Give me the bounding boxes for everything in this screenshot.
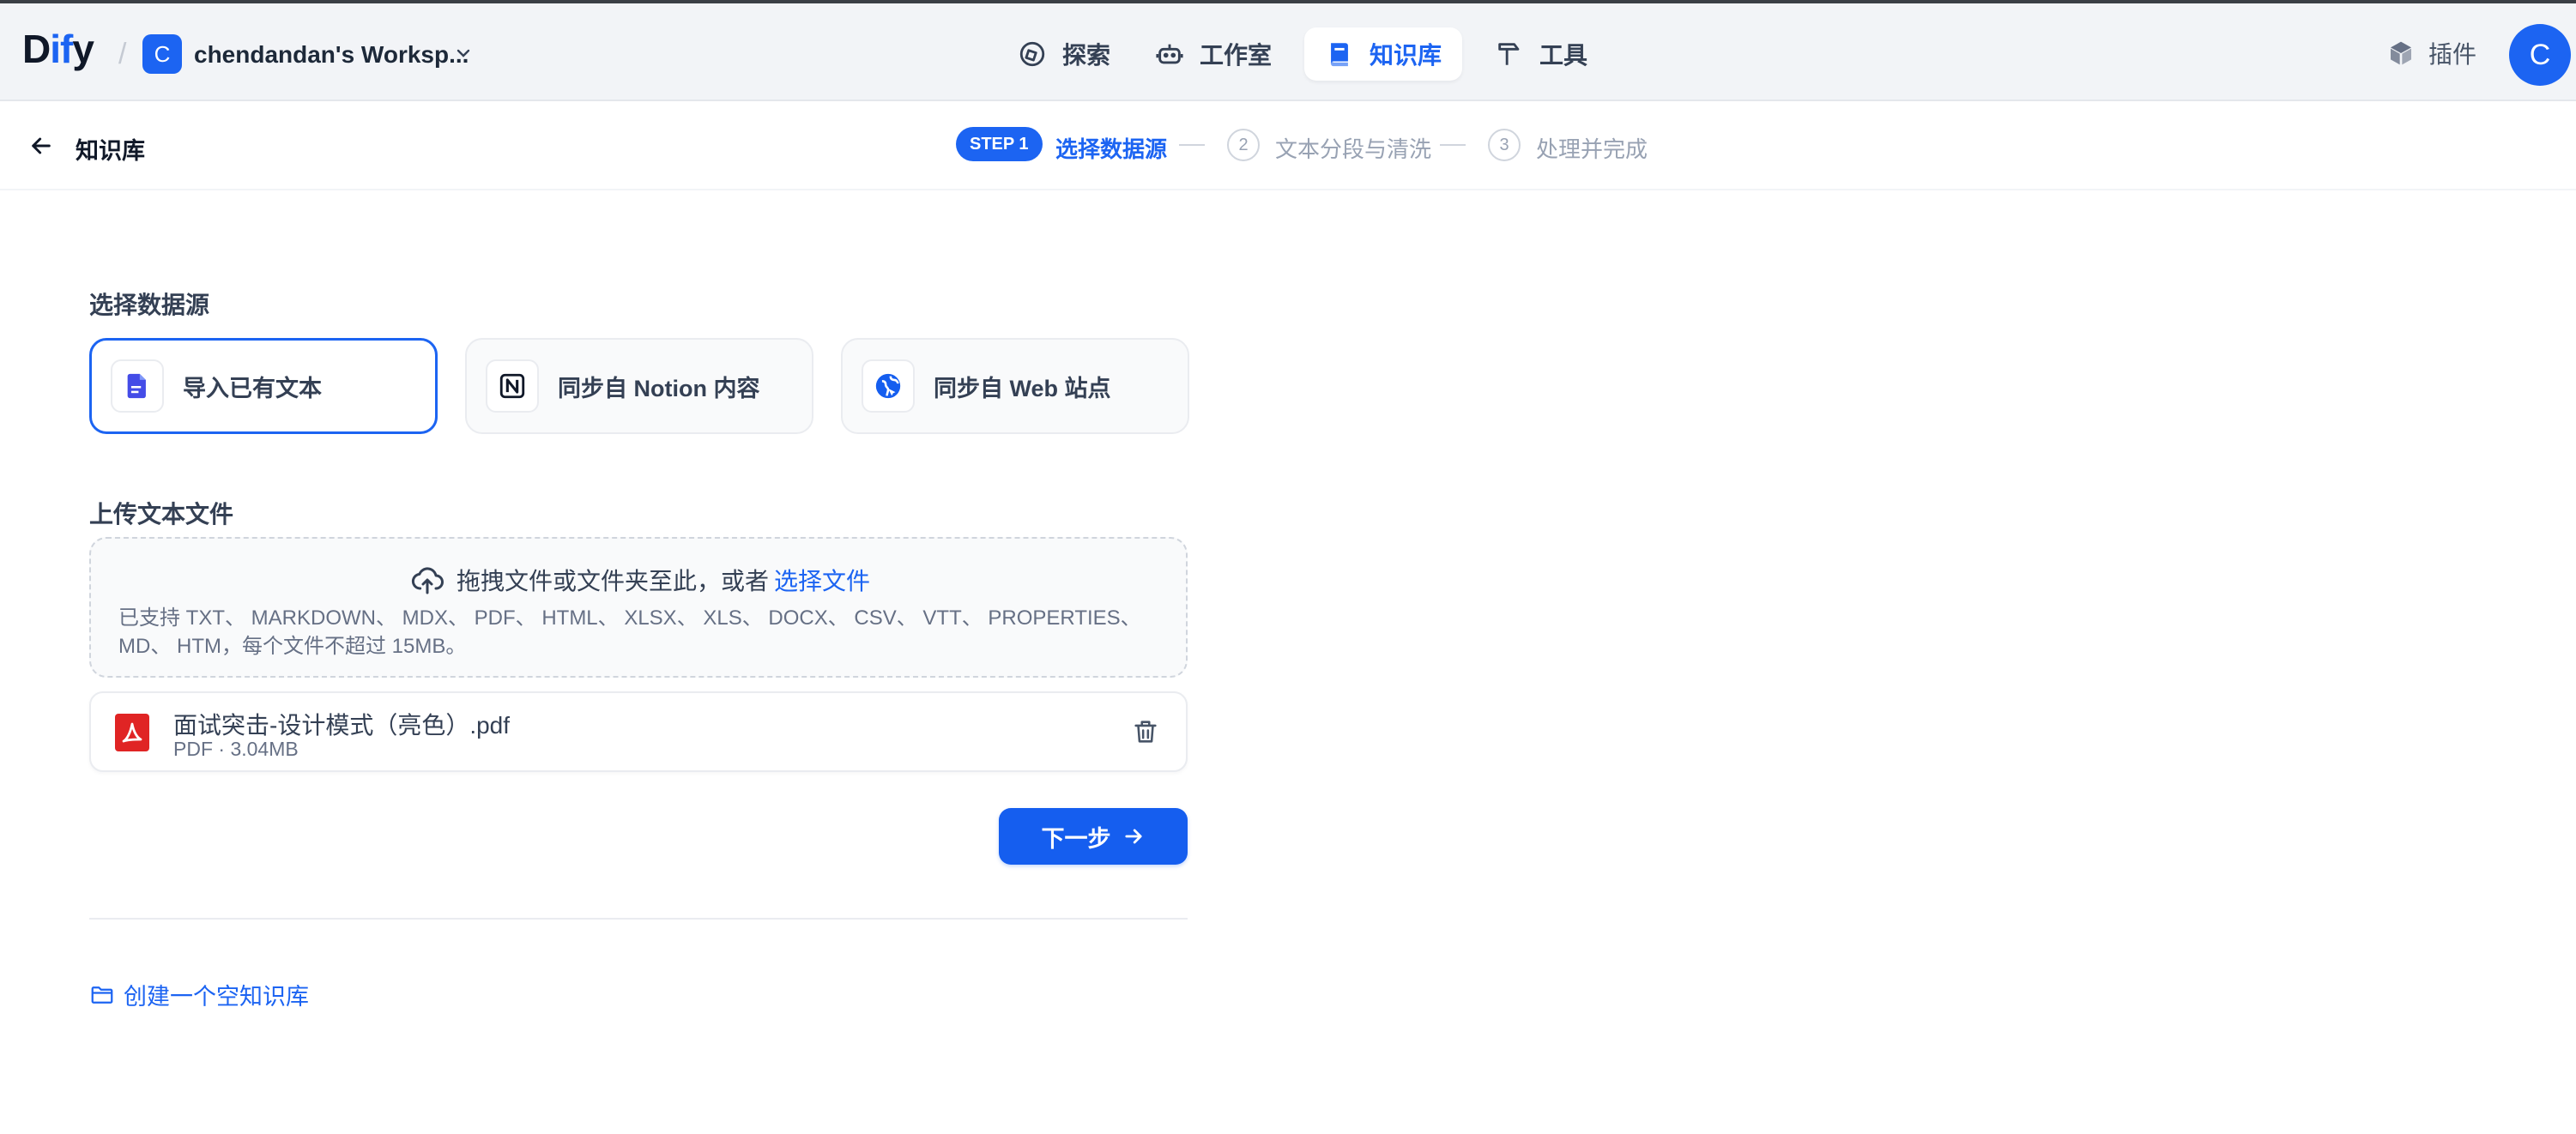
nav-tools-label: 工具 [1539,42,1588,69]
nav-tools[interactable]: 工具 [1474,27,1608,81]
source-web-label: 同步自 Web 站点 [934,375,1111,401]
step-2-number: 2 [1227,129,1260,161]
step-2-label: 文本分段与清洗 [1275,136,1432,162]
step-3-label: 处理并完成 [1536,136,1648,162]
drop-instructions: 拖拽文件或文件夹至此，或者 选择文件 [91,563,1189,597]
upload-title: 上传文本文件 [89,501,234,528]
breadcrumb-separator: / [118,38,127,70]
plugin-label: 插件 [2428,41,2477,68]
logo-prefix: D [22,27,51,71]
book-icon [1330,43,1348,67]
arrow-right-icon [1124,829,1142,844]
user-avatar[interactable]: C [2509,24,2571,86]
step-1-badge: STEP 1 [956,127,1043,161]
plugin-button[interactable]: 插件 [2387,36,2476,70]
logo-accent: if [50,27,73,71]
file-dropzone[interactable]: 拖拽文件或文件夹至此，或者 选择文件 已支持 TXT、 MARKDOWN、 MD… [89,537,1188,678]
file-text-icon [127,373,146,399]
section-divider [89,918,1188,920]
nav-knowledge-label: 知识库 [1370,42,1442,69]
drop-text: 拖拽文件或文件夹至此，或者 [456,568,769,594]
hammer-icon [1498,43,1520,65]
source-icon-box [862,359,915,413]
file-meta: PDF · 3.04MB [173,738,299,760]
folder-icon [91,986,113,1004]
logo-suffix: y [72,27,94,71]
robot-icon [1156,44,1183,64]
file-name: 面试突击-设计模式（亮色）.pdf [173,712,511,739]
cloud-upload-icon [411,567,444,594]
step-header: 知识库 STEP 1 选择数据源 2 文本分段与清洗 3 处理并完成 [0,101,2576,190]
next-step-label: 下一步 [1041,825,1111,852]
source-icon-box [111,359,164,413]
chevron-down-icon[interactable] [453,43,474,63]
source-import-text[interactable]: 导入已有文本 [89,338,438,434]
dify-logo[interactable]: Dify [22,26,94,72]
workspace-name[interactable]: chendandan's Worksp... [194,41,469,69]
create-empty-knowledge-link[interactable]: 创建一个空知识库 [89,978,309,1011]
supported-formats-hint: 已支持 TXT、 MARKDOWN、 MDX、 PDF、 HTML、 XLSX、… [118,606,1141,658]
nav-studio-label: 工作室 [1200,42,1273,69]
nav-knowledge[interactable]: 知识库 [1304,27,1463,81]
create-empty-label: 创建一个空知识库 [124,984,309,1010]
next-step-button[interactable]: 下一步 [999,808,1188,865]
step-separator [1440,144,1466,146]
source-notion[interactable]: 同步自 Notion 内容 [465,338,813,434]
pdf-file-icon [115,714,149,751]
cube-icon [2391,41,2411,65]
trash-icon[interactable] [1131,717,1160,746]
workspace-avatar[interactable]: C [142,34,182,74]
compass-icon [1019,41,1045,67]
step-1-label: 选择数据源 [1055,136,1168,162]
arrow-left-icon[interactable] [27,132,55,160]
notion-icon [499,373,525,399]
web-icon [875,373,901,399]
choose-file-link[interactable]: 选择文件 [774,563,870,597]
step-separator [1179,144,1205,146]
nav-studio[interactable]: 工作室 [1134,27,1292,81]
nav-explore-label: 探索 [1062,42,1111,69]
back-to-knowledge[interactable]: 知识库 [76,132,145,166]
uploaded-file-item[interactable]: 面试突击-设计模式（亮色）.pdf PDF · 3.04MB [89,691,1188,772]
nav-explore[interactable]: 探索 [997,27,1131,81]
source-icon-box [486,359,539,413]
step-3-number: 3 [1488,129,1521,161]
datasource-title: 选择数据源 [89,292,210,318]
source-import-text-label: 导入已有文本 [183,375,322,401]
top-navigation-bar: Dify / C chendandan's Worksp... 探索 工作室 知… [0,0,2576,101]
source-notion-label: 同步自 Notion 内容 [558,375,760,401]
source-web[interactable]: 同步自 Web 站点 [841,338,1189,434]
